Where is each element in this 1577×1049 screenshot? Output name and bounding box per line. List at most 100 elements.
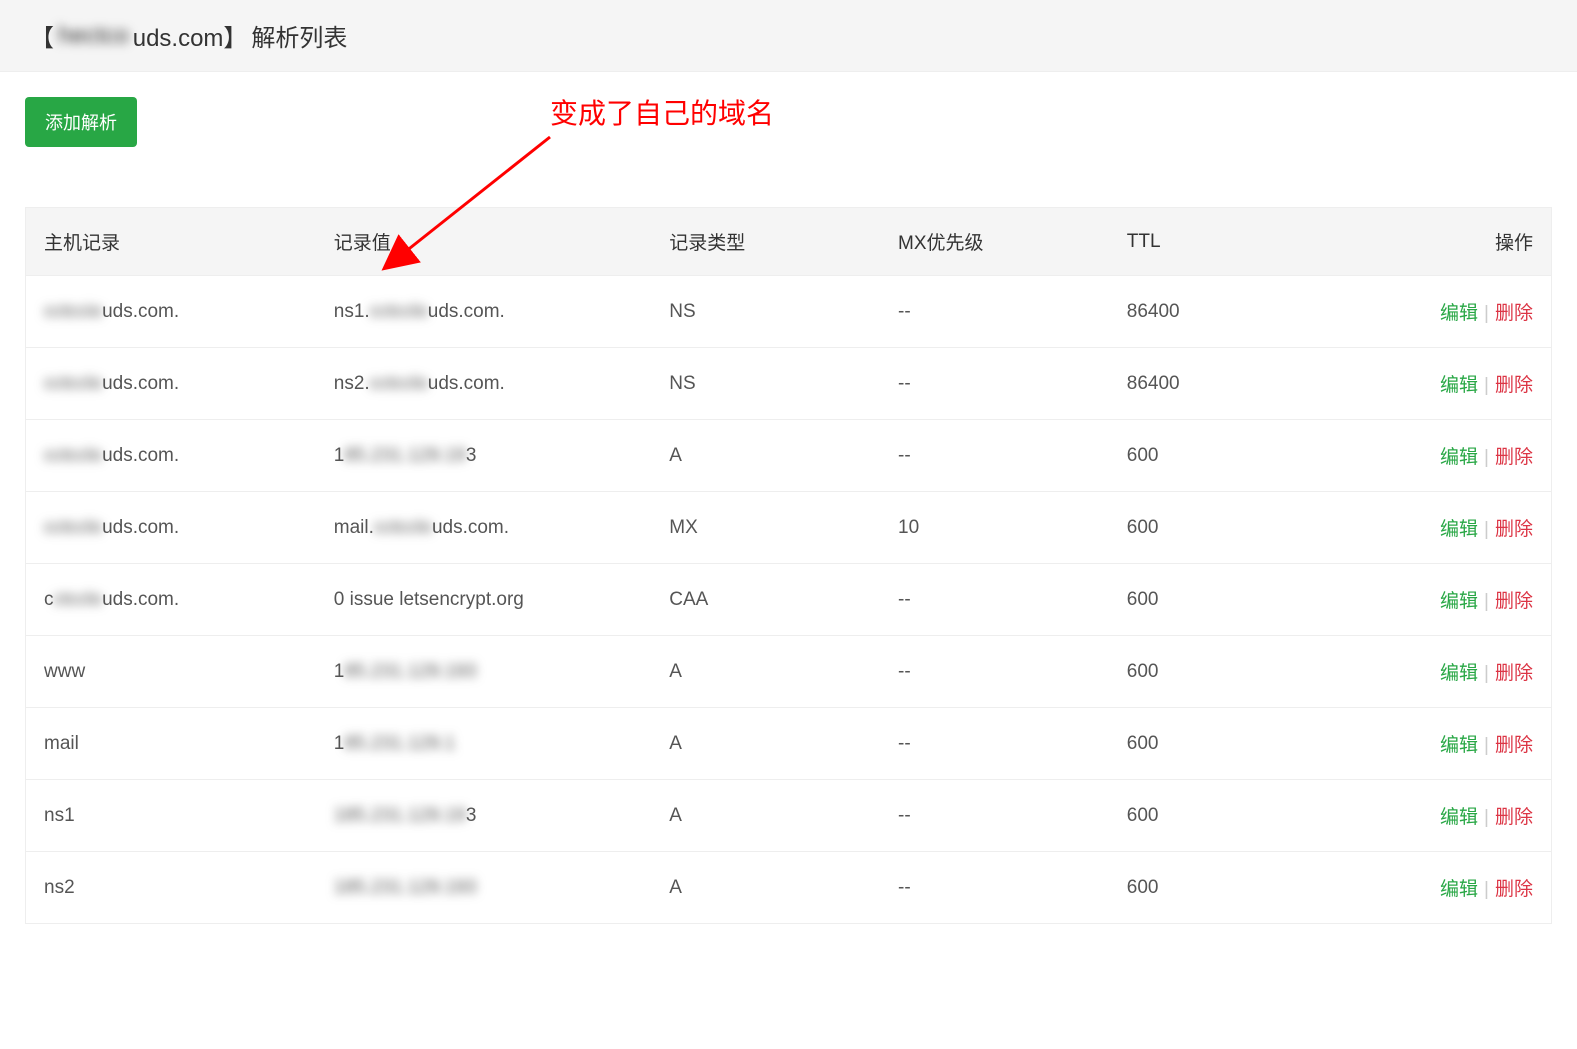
- table-row: ns2185.231.129.193A--600编辑|删除: [26, 852, 1551, 924]
- value-suffix: 3: [466, 445, 477, 467]
- table-header-row: 主机记录 记录值 记录类型 MX优先级 TTL 操作: [26, 208, 1551, 276]
- delete-button[interactable]: 删除: [1495, 303, 1533, 324]
- cell-type: A: [651, 636, 880, 708]
- value-prefix: 1: [334, 733, 345, 755]
- header-action: 操作: [1353, 208, 1551, 276]
- cell-host: mail: [26, 708, 316, 780]
- host-prefix: mail: [44, 733, 79, 755]
- value-blurred: cctcclo: [370, 373, 428, 395]
- table-row: mail185.231.129.1A--600编辑|删除: [26, 708, 1551, 780]
- value-prefix: 1: [334, 661, 345, 683]
- cell-value: 185.231.129.193: [316, 852, 652, 924]
- cell-value: ns1.cctcclouds.com.: [316, 276, 652, 348]
- edit-button[interactable]: 编辑: [1440, 375, 1478, 396]
- cell-host: cctcclouds.com.: [26, 348, 316, 420]
- value-blurred: 185.231.129.193: [334, 877, 477, 899]
- delete-button[interactable]: 删除: [1495, 519, 1533, 540]
- cell-value: 185.231.129.193: [316, 420, 652, 492]
- dns-records-table: 主机记录 记录值 记录类型 MX优先级 TTL 操作 cctcciouds.co…: [26, 208, 1551, 923]
- action-separator: |: [1484, 303, 1489, 324]
- cell-type: NS: [651, 348, 880, 420]
- cell-host: cctcciouds.com.: [26, 276, 316, 348]
- action-separator: |: [1484, 447, 1489, 468]
- host-blurred: cctccio: [44, 301, 102, 323]
- title-domain-blurred: hectco: [58, 22, 129, 50]
- cell-mx: 10: [880, 492, 1109, 564]
- cell-mx: --: [880, 852, 1109, 924]
- cell-type: A: [651, 420, 880, 492]
- value-blurred: cctcclo: [370, 301, 428, 323]
- value-prefix: ns1.: [334, 301, 370, 323]
- cell-ttl: 600: [1109, 636, 1353, 708]
- table-body: cctcciouds.com.ns1.cctcclouds.com.NS--86…: [26, 276, 1551, 924]
- cell-value: 0 issue letsencrypt.org: [316, 564, 652, 636]
- add-record-button[interactable]: 添加解析: [25, 97, 137, 147]
- cell-action: 编辑|删除: [1353, 348, 1551, 420]
- cell-mx: --: [880, 636, 1109, 708]
- action-separator: |: [1484, 663, 1489, 684]
- page-title: 【hectcouds.com】 解析列表: [30, 18, 1547, 53]
- edit-button[interactable]: 编辑: [1440, 663, 1478, 684]
- title-suffix: 解析列表: [251, 18, 347, 53]
- value-blurred: 85.231.129.193: [344, 661, 476, 683]
- delete-button[interactable]: 删除: [1495, 807, 1533, 828]
- title-prefix: 【: [30, 18, 54, 53]
- cell-type: A: [651, 708, 880, 780]
- header-host: 主机记录: [26, 208, 316, 276]
- header-value: 记录值: [316, 208, 652, 276]
- edit-button[interactable]: 编辑: [1440, 879, 1478, 900]
- cell-host: ns2: [26, 852, 316, 924]
- cell-action: 编辑 | 删除: [1353, 420, 1551, 492]
- page-header: 【hectcouds.com】 解析列表: [0, 0, 1577, 72]
- cell-ttl: 86400: [1109, 348, 1353, 420]
- host-suffix: uds.com.: [102, 517, 179, 539]
- value-prefix: mail.: [334, 517, 374, 539]
- cell-ttl: 600: [1109, 420, 1353, 492]
- edit-button[interactable]: 编辑: [1440, 807, 1478, 828]
- cell-mx: --: [880, 564, 1109, 636]
- delete-button[interactable]: 删除: [1495, 375, 1533, 396]
- cell-action: 编辑|删除: [1353, 780, 1551, 852]
- cell-mx: --: [880, 276, 1109, 348]
- cell-mx: --: [880, 420, 1109, 492]
- delete-button[interactable]: 删除: [1495, 591, 1533, 612]
- cell-value: 185.231.129.1: [316, 708, 652, 780]
- cell-action: 编辑 | 删除: [1353, 636, 1551, 708]
- table-row: cctcclouds.com.185.231.129.193A--600编辑|删…: [26, 420, 1551, 492]
- delete-button[interactable]: 删除: [1495, 663, 1533, 684]
- delete-button[interactable]: 删除: [1495, 447, 1533, 468]
- edit-button[interactable]: 编辑: [1440, 735, 1478, 756]
- cell-action: 编辑 | 删除: [1353, 492, 1551, 564]
- cell-value: mail.cctcclouds.com.: [316, 492, 652, 564]
- cell-type: CAA: [651, 564, 880, 636]
- action-separator: |: [1484, 735, 1489, 756]
- cell-mx: --: [880, 348, 1109, 420]
- edit-button[interactable]: 编辑: [1440, 303, 1478, 324]
- value-blurred: 85.231.129.19: [344, 445, 466, 467]
- annotation-text: 变成了自己的域名: [550, 92, 774, 132]
- table-row: cctcciouds.com.ns1.cctcclouds.com.NS--86…: [26, 276, 1551, 348]
- host-prefix: www: [44, 661, 85, 683]
- host-blurred: cctcclo: [44, 373, 102, 395]
- cell-action: 编辑|删除: [1353, 564, 1551, 636]
- value-blurred: 185.231.129.19: [334, 805, 466, 827]
- edit-button[interactable]: 编辑: [1440, 591, 1478, 612]
- cell-host: cctcclouds.com.: [26, 420, 316, 492]
- action-separator: |: [1484, 519, 1489, 540]
- edit-button[interactable]: 编辑: [1440, 519, 1478, 540]
- table-row: www 185.231.129.193 A--600 编辑 | 删除: [26, 636, 1551, 708]
- dns-records-table-wrapper: 主机记录 记录值 记录类型 MX优先级 TTL 操作 cctcciouds.co…: [25, 207, 1552, 924]
- cell-ttl: 86400: [1109, 276, 1353, 348]
- host-suffix: uds.com.: [102, 373, 179, 395]
- table-row: cctcclouds.com.0 issue letsencrypt.orgCA…: [26, 564, 1551, 636]
- cell-host: cctcclouds.com.: [26, 564, 316, 636]
- cell-ttl: 600: [1109, 780, 1353, 852]
- cell-type: MX: [651, 492, 880, 564]
- host-suffix: uds.com.: [102, 445, 179, 467]
- delete-button[interactable]: 删除: [1495, 735, 1533, 756]
- delete-button[interactable]: 删除: [1495, 879, 1533, 900]
- host-blurred: cctcclo: [44, 445, 102, 467]
- cell-ttl: 600: [1109, 564, 1353, 636]
- edit-button[interactable]: 编辑: [1440, 447, 1478, 468]
- cell-ttl: 600: [1109, 708, 1353, 780]
